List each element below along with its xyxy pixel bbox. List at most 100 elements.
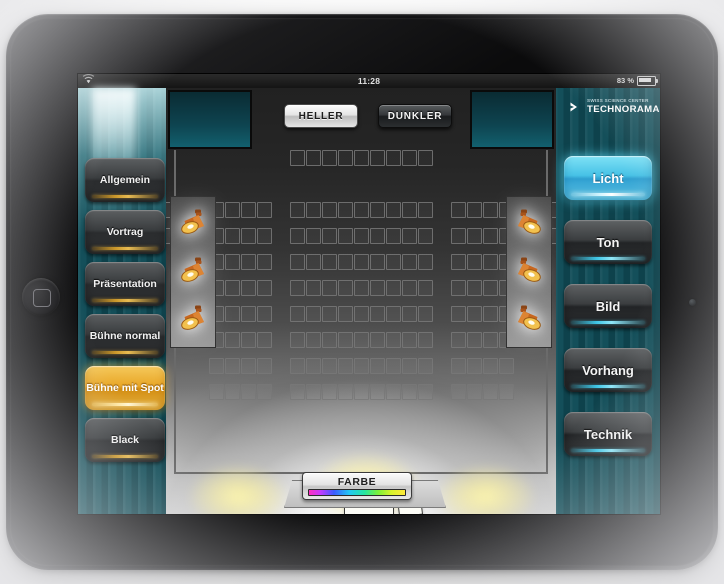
spotlight-icon-left-1[interactable]	[178, 256, 208, 282]
seat	[224, 202, 240, 218]
mode-button-0[interactable]: Licht	[564, 156, 652, 200]
mode-button-1[interactable]: Ton	[564, 220, 652, 264]
scene-button-0[interactable]: Allgemein	[85, 158, 165, 202]
seat	[385, 150, 401, 166]
seat	[305, 254, 321, 270]
seat	[289, 228, 305, 244]
spotlight-icon-left-2[interactable]	[178, 304, 208, 330]
seat	[385, 202, 401, 218]
seat	[337, 306, 353, 322]
seat	[466, 332, 482, 348]
seat-block-right	[450, 384, 514, 400]
seat	[401, 254, 417, 270]
darker-button[interactable]: DUNKLER	[378, 104, 452, 128]
seat	[289, 150, 305, 166]
auditorium-view: FARBE HELLER DUNKLER	[166, 88, 556, 514]
seat	[256, 254, 272, 270]
seat	[305, 332, 321, 348]
scene-button-4[interactable]: Bühne mit Spot	[85, 366, 165, 410]
seat	[385, 384, 401, 400]
seat	[337, 228, 353, 244]
seat	[482, 306, 498, 322]
home-button-square-icon	[33, 289, 51, 307]
seat	[385, 254, 401, 270]
seat	[289, 384, 305, 400]
seat	[321, 358, 337, 374]
seat	[224, 306, 240, 322]
mode-button-3[interactable]: Vorhang	[564, 348, 652, 392]
seat	[450, 228, 466, 244]
battery-fill	[639, 78, 651, 82]
seat	[417, 384, 433, 400]
seat	[321, 306, 337, 322]
seat	[353, 150, 369, 166]
seat	[305, 306, 321, 322]
color-gradient-bar[interactable]	[308, 489, 406, 496]
seat	[289, 202, 305, 218]
mode-button-4[interactable]: Technik	[564, 412, 652, 456]
seat-block-left	[208, 384, 272, 400]
seat	[417, 358, 433, 374]
seat	[450, 358, 466, 374]
scene-button-5[interactable]: Black	[85, 418, 165, 462]
seat	[240, 280, 256, 296]
mode-button-label: Bild	[595, 298, 621, 314]
home-button[interactable]	[22, 278, 60, 316]
seat	[482, 358, 498, 374]
mode-button-label: Licht	[592, 170, 624, 186]
spotlight-icon-right-1[interactable]	[514, 256, 544, 282]
mode-button-label: Vorhang	[582, 362, 634, 378]
entrance-bay-left	[168, 90, 252, 149]
app-root: FARBE HELLER DUNKLER Allgemein Vortrag Prä…	[78, 88, 660, 514]
seat	[385, 332, 401, 348]
seat	[450, 202, 466, 218]
mode-button-2[interactable]: Bild	[564, 284, 652, 328]
seat	[337, 150, 353, 166]
seat	[369, 384, 385, 400]
spotlight-icon-left-0[interactable]	[178, 208, 208, 234]
seat	[224, 332, 240, 348]
seat-block-right	[450, 254, 514, 270]
scene-button-label: Bühne mit Spot	[86, 382, 164, 394]
scene-button-label: Präsentation	[93, 278, 157, 290]
scene-button-label: Allgemein	[99, 174, 151, 186]
seat	[240, 306, 256, 322]
scene-list: Allgemein Vortrag Präsentation Bühne normal…	[85, 158, 165, 470]
seat	[353, 306, 369, 322]
seat	[466, 384, 482, 400]
battery-icon	[637, 76, 658, 86]
technorama-logo-mark	[563, 98, 577, 116]
spotlight-icon-right-0[interactable]	[514, 208, 544, 234]
seat	[240, 358, 256, 374]
status-bar-clock: 11:28	[357, 76, 381, 86]
seat	[417, 150, 433, 166]
seat	[305, 384, 321, 400]
seat	[321, 280, 337, 296]
seat	[240, 384, 256, 400]
seat-row	[166, 228, 556, 254]
seat	[256, 228, 272, 244]
color-button[interactable]: FARBE	[302, 472, 412, 500]
seat	[466, 280, 482, 296]
brighter-button[interactable]: HELLER	[284, 104, 358, 128]
scene-button-2[interactable]: Präsentation	[85, 262, 165, 306]
spotlight-icon-right-2[interactable]	[514, 304, 544, 330]
seat	[353, 202, 369, 218]
seat-block-left	[208, 358, 272, 374]
seat	[224, 254, 240, 270]
seat	[482, 202, 498, 218]
seat	[337, 332, 353, 348]
color-button-label: FARBE	[337, 476, 377, 488]
seat	[337, 202, 353, 218]
scene-button-1[interactable]: Vortrag	[85, 210, 165, 254]
seat	[321, 228, 337, 244]
status-bar-right: 83 %	[617, 74, 658, 88]
brightness-controls: HELLER DUNKLER	[284, 104, 464, 128]
seat	[385, 306, 401, 322]
seat-block-left	[208, 332, 272, 348]
seat	[369, 280, 385, 296]
scene-button-3[interactable]: Bühne normal	[85, 314, 165, 358]
seat	[305, 358, 321, 374]
seat	[369, 358, 385, 374]
seat	[401, 384, 417, 400]
